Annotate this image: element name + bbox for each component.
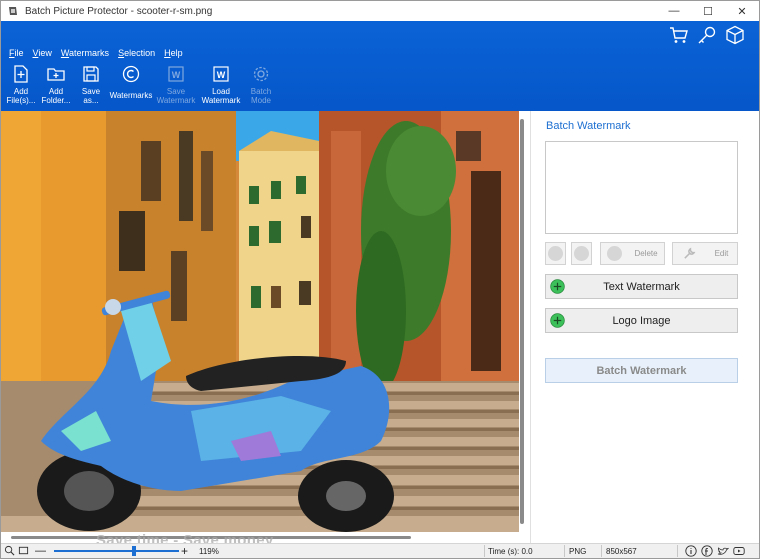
delete-button[interactable]: Delete bbox=[600, 242, 665, 265]
add-files-button[interactable]: Add File(s)... bbox=[5, 65, 37, 105]
save-watermark-label: Save Watermark bbox=[156, 87, 196, 105]
minus-icon bbox=[607, 246, 623, 261]
dimensions-readout: 850x567 bbox=[606, 547, 637, 556]
menu-view[interactable]: View bbox=[33, 48, 52, 58]
move-down-button[interactable] bbox=[571, 242, 592, 265]
add-file-icon bbox=[14, 65, 28, 83]
save-as-label: Save as... bbox=[81, 87, 101, 105]
gear-icon bbox=[253, 66, 269, 82]
add-folder-button[interactable]: Add Folder... bbox=[40, 65, 72, 105]
batch-mode-label: Batch Mode bbox=[250, 87, 272, 105]
copyright-icon bbox=[122, 65, 140, 83]
youtube-icon[interactable] bbox=[733, 545, 745, 557]
save-as-button[interactable]: Save as... bbox=[75, 65, 107, 105]
logo-image-button[interactable]: Logo Image bbox=[545, 308, 738, 333]
add-files-label: Add File(s)... bbox=[6, 87, 36, 105]
app-window: Batch Picture Protector - scooter-r-sm.p… bbox=[0, 0, 760, 559]
image-preview-pane[interactable] bbox=[1, 111, 529, 543]
load-watermark-label: Load Watermark bbox=[201, 87, 241, 105]
save-watermark-button[interactable]: W Save Watermark bbox=[155, 65, 197, 105]
move-up-button[interactable] bbox=[545, 242, 566, 265]
menu-watermarks[interactable]: Watermarks bbox=[61, 48, 109, 58]
box-icon[interactable] bbox=[725, 25, 745, 45]
facebook-icon[interactable] bbox=[701, 545, 713, 557]
zoom-out-icon[interactable]: — bbox=[35, 545, 46, 557]
batch-watermark-panel: Batch Watermark Delete Edit Text Waterma… bbox=[530, 111, 759, 543]
menu-help[interactable]: Help bbox=[164, 48, 183, 58]
ribbon: File View Watermarks Selection Help Add … bbox=[1, 21, 759, 111]
twitter-icon[interactable] bbox=[717, 545, 729, 557]
zoom-in-icon[interactable]: + bbox=[181, 544, 188, 558]
svg-text:W: W bbox=[172, 70, 181, 80]
close-button[interactable]: ✕ bbox=[725, 1, 759, 21]
logo-image-label: Logo Image bbox=[612, 314, 671, 327]
edit-button[interactable]: Edit bbox=[672, 242, 738, 265]
delete-label: Delete bbox=[634, 249, 658, 258]
save-icon bbox=[83, 66, 99, 82]
key-icon[interactable] bbox=[697, 25, 717, 45]
cart-icon[interactable] bbox=[669, 25, 689, 45]
save-watermark-icon: W bbox=[168, 66, 184, 82]
window-title: Batch Picture Protector - scooter-r-sm.p… bbox=[25, 5, 213, 17]
minimize-button[interactable]: — bbox=[657, 1, 691, 21]
zoom-fit-icon[interactable] bbox=[4, 545, 15, 556]
maximize-button[interactable]: ☐ bbox=[691, 1, 725, 21]
wrench-icon bbox=[683, 247, 695, 259]
zoom-slider-thumb[interactable] bbox=[132, 546, 136, 556]
add-folder-label: Add Folder... bbox=[41, 87, 71, 105]
zoom-slider-track[interactable] bbox=[54, 550, 179, 552]
load-watermark-icon: W bbox=[213, 66, 229, 82]
add-folder-icon bbox=[47, 68, 65, 81]
chevron-up-icon bbox=[548, 246, 563, 261]
zoom-level: 119% bbox=[199, 547, 219, 556]
app-icon bbox=[9, 7, 17, 15]
plus-icon bbox=[550, 313, 565, 328]
info-icon[interactable] bbox=[685, 545, 697, 557]
batch-watermark-button[interactable]: Batch Watermark bbox=[545, 358, 738, 383]
batch-mode-button[interactable]: Batch Mode bbox=[245, 65, 277, 105]
menu-selection[interactable]: Selection bbox=[118, 48, 155, 58]
text-watermark-label: Text Watermark bbox=[603, 280, 680, 293]
watermarks-label: Watermarks bbox=[109, 91, 153, 100]
panel-title: Batch Watermark bbox=[546, 120, 631, 132]
scooter-photo bbox=[1, 111, 519, 532]
time-readout: Time (s): 0.0 bbox=[488, 547, 533, 556]
format-readout: PNG bbox=[569, 547, 587, 556]
svg-text:W: W bbox=[217, 70, 226, 80]
zoom-actual-icon[interactable] bbox=[18, 545, 29, 556]
watermark-list[interactable] bbox=[545, 141, 738, 234]
status-bar: — + 119% Time (s): 0.0 PNG 850x567 bbox=[1, 543, 759, 558]
watermarks-button[interactable]: Watermarks bbox=[110, 65, 152, 105]
edit-label: Edit bbox=[714, 249, 729, 258]
menu-bar: File View Watermarks Selection Help bbox=[9, 48, 192, 58]
vertical-scrollbar[interactable] bbox=[520, 119, 524, 524]
title-bar: Batch Picture Protector - scooter-r-sm.p… bbox=[1, 1, 759, 21]
load-watermark-button[interactable]: W Load Watermark bbox=[200, 65, 242, 105]
plus-icon bbox=[550, 279, 565, 294]
toolbar: Add File(s)... Add Folder... Save as... … bbox=[5, 65, 280, 105]
chevron-down-icon bbox=[574, 246, 589, 261]
text-watermark-button[interactable]: Text Watermark bbox=[545, 274, 738, 299]
menu-file[interactable]: File bbox=[9, 48, 24, 58]
